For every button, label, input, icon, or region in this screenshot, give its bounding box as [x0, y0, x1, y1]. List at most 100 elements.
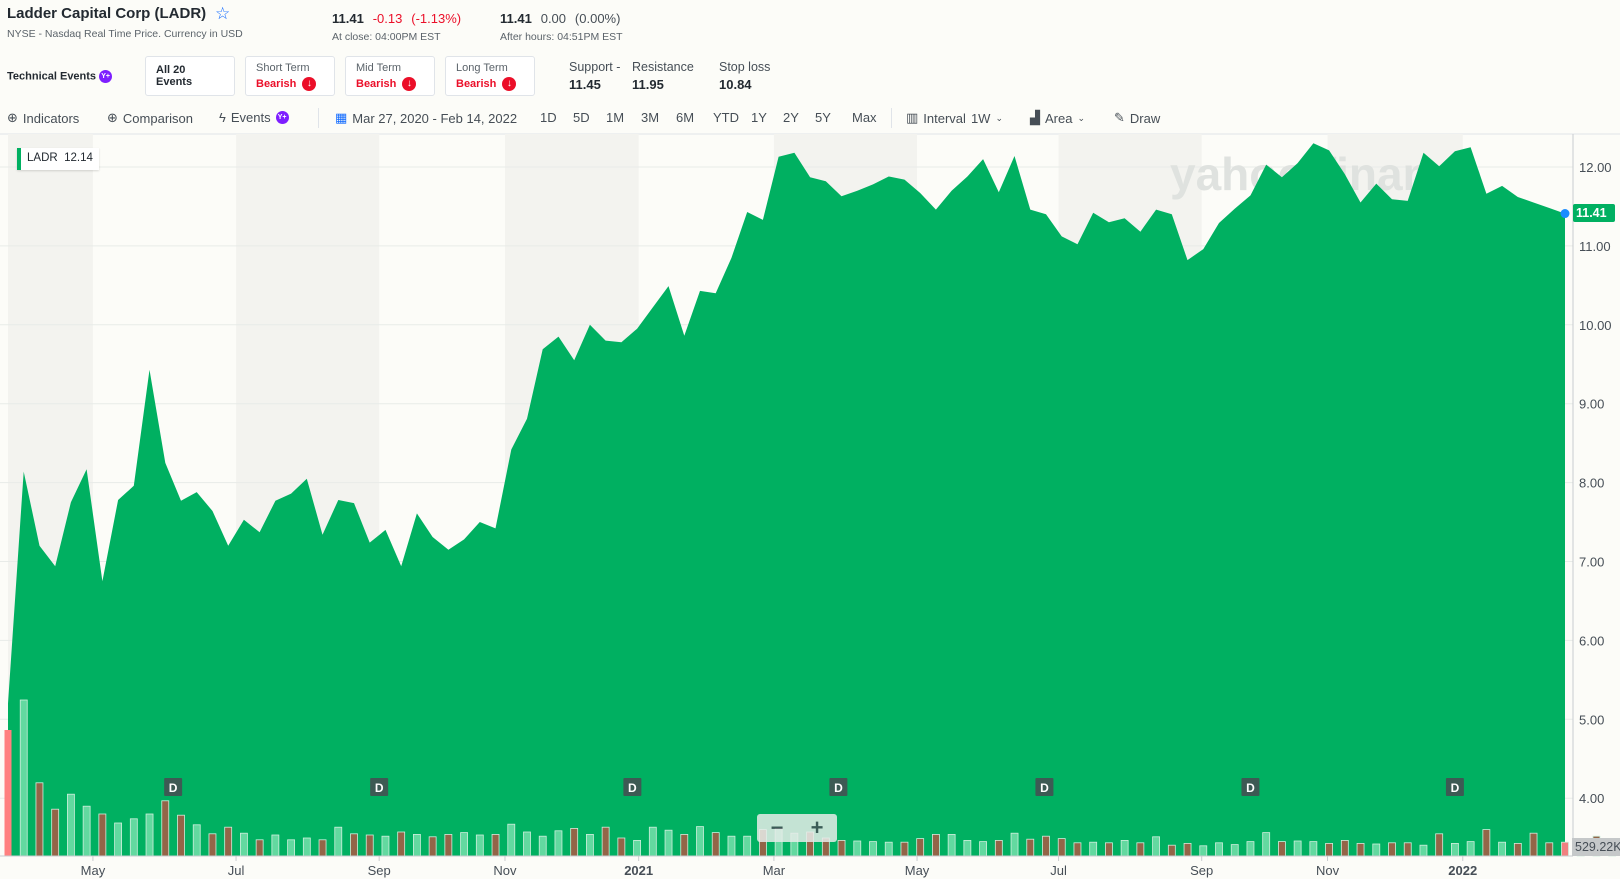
volume-bar — [664, 829, 673, 857]
zoom-in-button[interactable]: + — [797, 814, 837, 842]
volume-bar — [1057, 838, 1066, 857]
volume-bar — [318, 839, 327, 857]
volume-bar — [192, 824, 201, 857]
legend-symbol: LADR — [27, 152, 58, 164]
volume-bar — [1388, 842, 1396, 857]
x-tick-label: 2021 — [624, 863, 653, 878]
volume-bar — [1466, 841, 1475, 857]
zoom-control: − + — [757, 814, 837, 842]
volume-bar — [1293, 840, 1302, 857]
volume-bar — [1545, 842, 1554, 857]
y-tick-label: 7.00 — [1579, 555, 1604, 570]
volume-bar — [947, 834, 956, 857]
volume-bar — [1513, 843, 1522, 857]
dividend-marker-label: D — [169, 781, 178, 795]
volume-bar — [1278, 841, 1286, 857]
volume-bar — [1262, 832, 1271, 857]
volume-bar — [177, 814, 185, 857]
volume-bar — [1183, 843, 1192, 857]
x-tick-label: 2022 — [1448, 863, 1477, 878]
volume-bar — [884, 841, 893, 857]
volume-bar — [397, 831, 406, 857]
volume-bar — [350, 833, 358, 857]
x-tick-label: Jul — [228, 863, 245, 878]
volume-bar — [1340, 840, 1349, 857]
x-tick-label: Sep — [368, 863, 391, 878]
volume-bar — [460, 832, 468, 857]
volume-bar — [1152, 836, 1160, 857]
volume-bar — [161, 800, 170, 857]
dividend-marker-label: D — [1451, 781, 1460, 795]
volume-bar — [208, 833, 217, 857]
volume-bar — [648, 826, 657, 857]
volume-bar — [35, 782, 44, 857]
volume-bar — [67, 793, 75, 857]
volume-bar — [617, 837, 626, 857]
volume-bar — [1435, 833, 1444, 857]
volume-bar — [1356, 843, 1365, 857]
volume-bar — [114, 822, 122, 857]
volume-bar — [129, 818, 138, 857]
volume-bar — [255, 839, 264, 857]
volume-bar — [287, 839, 295, 857]
y-tick-label: 9.00 — [1579, 397, 1604, 412]
x-tick-label: Jul — [1050, 863, 1067, 878]
volume-bar — [302, 837, 311, 857]
volume-bar — [1120, 840, 1129, 857]
volume-bar — [51, 808, 60, 857]
legend-value: 12.14 — [64, 152, 93, 164]
volume-bar — [365, 834, 374, 857]
price-chart[interactable]: 4.005.006.007.008.009.0010.0011.0012.00y… — [0, 0, 1620, 879]
volume-bar — [4, 730, 12, 856]
volume-bar — [979, 841, 987, 857]
volume-bar — [413, 834, 421, 857]
volume-bar — [334, 826, 343, 857]
volume-bar — [1529, 832, 1538, 857]
x-tick-label: May — [905, 863, 930, 878]
volume-bar — [1167, 844, 1176, 857]
dividend-marker-label: D — [1246, 781, 1255, 795]
volume-bar — [837, 840, 846, 857]
volume-bar — [1561, 841, 1569, 857]
y-tick-label: 11.00 — [1579, 239, 1611, 254]
dividend-marker-label: D — [628, 781, 637, 795]
volume-bar — [1498, 841, 1506, 857]
volume-bar — [19, 699, 28, 857]
volume-bar — [1419, 844, 1428, 857]
volume-bar — [271, 834, 280, 857]
volume-label: 529.22K — [1572, 838, 1620, 856]
volume-bar — [444, 834, 453, 857]
volume-bar — [475, 834, 484, 857]
volume-bar — [1105, 842, 1113, 857]
legend-ladr: LADR 12.14 — [17, 148, 99, 170]
volume-bar — [1246, 841, 1255, 857]
volume-bar — [570, 828, 579, 857]
volume-bar — [1372, 843, 1381, 857]
volume-bar — [145, 813, 154, 857]
volume-bar — [743, 835, 752, 857]
volume-bar — [1042, 835, 1050, 857]
volume-bar — [869, 841, 877, 857]
y-tick-label: 6.00 — [1579, 633, 1604, 648]
x-tick-label: Sep — [1190, 863, 1213, 878]
zoom-out-button[interactable]: − — [757, 814, 797, 842]
y-tick-label: 12.00 — [1579, 160, 1612, 175]
volume-bar — [727, 835, 736, 857]
y-tick-label: 8.00 — [1579, 476, 1604, 491]
volume-bar — [98, 813, 107, 857]
x-tick-label: Nov — [493, 863, 517, 878]
x-tick-label: Nov — [1316, 863, 1340, 878]
volume-bar — [586, 834, 594, 857]
volume-bar — [224, 826, 233, 857]
volume-bar — [1230, 844, 1239, 857]
volume-bar — [1026, 838, 1035, 857]
volume-bar — [680, 834, 689, 857]
volume-bar — [523, 831, 531, 857]
volume-bar — [240, 832, 248, 857]
volume-bar — [963, 840, 972, 857]
last-price-label: 11.41 — [1573, 204, 1615, 222]
volume-bar — [491, 834, 500, 857]
volume-bar — [1010, 832, 1019, 857]
volume-bar — [1482, 829, 1491, 857]
volume-bar — [82, 805, 91, 857]
